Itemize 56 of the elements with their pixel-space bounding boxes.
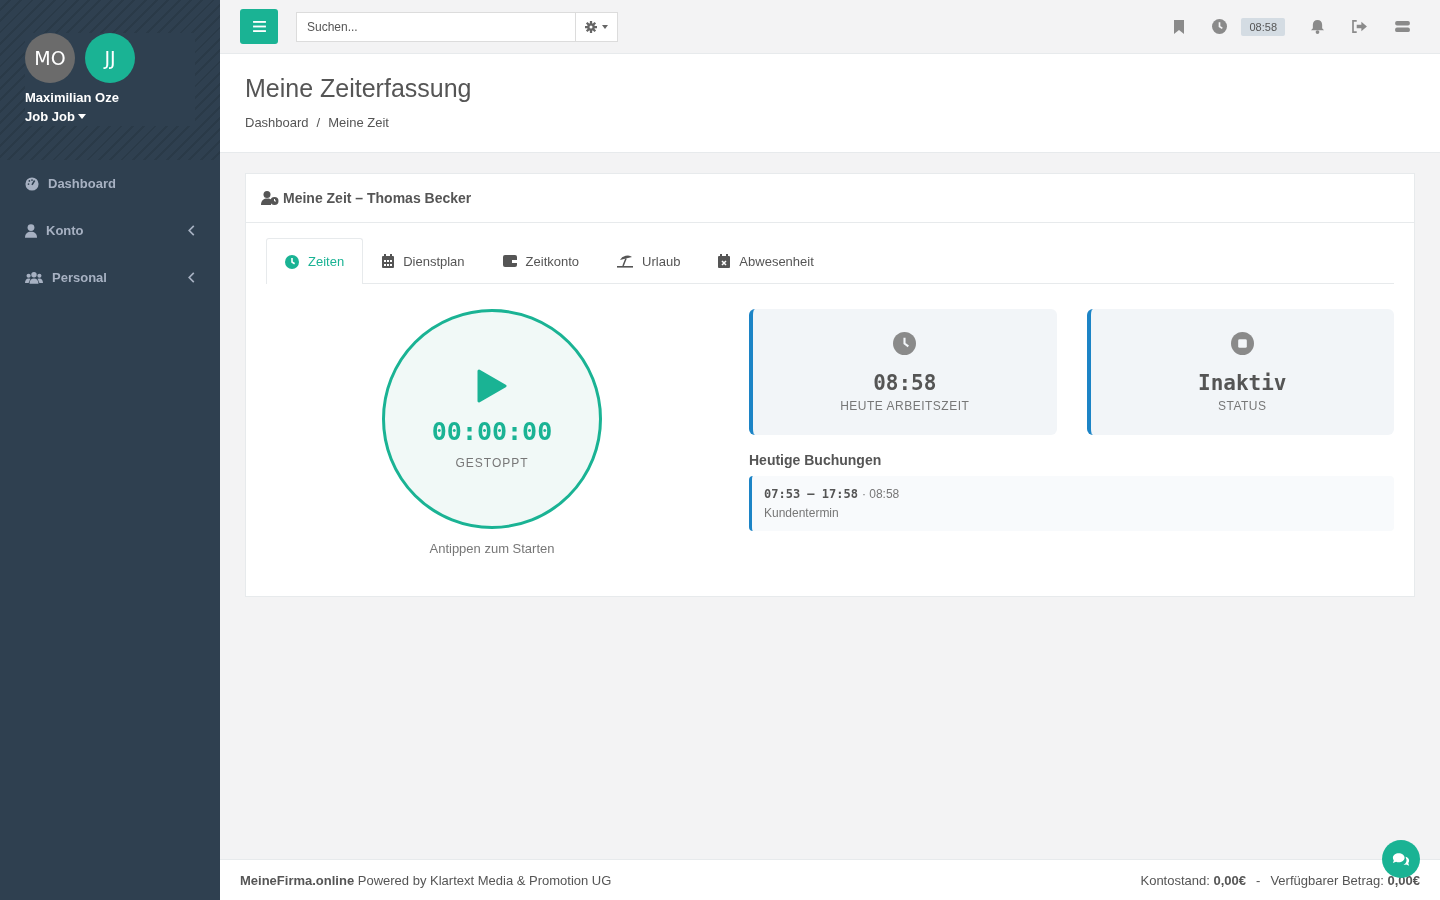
start-timer-button[interactable]: 00:00:00 GESTOPPT (382, 309, 602, 529)
user-icon (25, 223, 37, 238)
stat-label: HEUTE ARBEITSZEIT (840, 398, 970, 413)
stat-label: STATUS (1217, 398, 1267, 413)
booking-time-range: 07:53 – 17:58 (764, 487, 858, 501)
breadcrumb-link[interactable]: Meine Zeit (328, 115, 389, 130)
timer-hint: Antippen zum Starten (429, 541, 555, 556)
logout-icon[interactable] (1352, 20, 1367, 33)
booking-note: Kundentermin (764, 506, 840, 520)
chat-button[interactable] (1382, 840, 1420, 878)
clock-icon (893, 331, 917, 355)
menu-button[interactable] (240, 9, 278, 44)
stat-value: Inaktiv (1198, 370, 1287, 395)
calendar-x-icon (718, 254, 731, 268)
page-title: Meine Zeiterfassung (245, 73, 473, 103)
time-badge: 08:58 (1241, 17, 1285, 36)
available-amount: Verfügbarer Betrag: 0,00€ (1270, 872, 1420, 888)
footer-credit: MeineFirma.online Powered by Klartext Media & Promotion UG (240, 872, 612, 888)
card-title: Meine Zeit – Thomas Becker (283, 190, 472, 206)
footer-separator: - (1256, 872, 1261, 888)
user-clock-icon (261, 191, 279, 205)
tab[interactable]: Dienstplan (363, 238, 484, 283)
wallet-icon (502, 255, 517, 267)
play-icon (477, 368, 507, 403)
users-icon (25, 271, 43, 284)
breadcrumb-link[interactable]: Dashboard (245, 115, 309, 130)
menu-icon (252, 21, 266, 32)
account-balance: Kontostand: 0,00€ (1140, 872, 1247, 888)
bell-icon[interactable] (1311, 19, 1324, 34)
chat-icon (1392, 851, 1410, 867)
tab[interactable]: Abwesenheit (699, 238, 833, 283)
settings-button[interactable] (576, 11, 618, 42)
tab[interactable]: Urlaub (598, 238, 700, 283)
calendar-icon (382, 254, 395, 268)
clock-icon (285, 254, 299, 269)
gauge-icon (25, 176, 39, 191)
settings-icon (585, 20, 597, 33)
caret-icon (602, 24, 608, 29)
sidebar-item[interactable]: Dashboard (0, 160, 220, 207)
sidebar-item[interactable]: Personal (0, 254, 220, 301)
bookings-heading: Heutige Buchungen (749, 452, 883, 468)
tab[interactable]: Zeitkonto (483, 238, 599, 283)
search-field[interactable]: Suchen... (296, 11, 576, 42)
booking-duration: · 08:58 (861, 487, 900, 501)
stop-icon (1230, 331, 1254, 355)
user-name: Maximilian Oze (25, 90, 119, 105)
clock-icon[interactable] (1212, 19, 1228, 34)
stat-value: 08:58 (873, 370, 937, 395)
server-icon[interactable] (1395, 21, 1410, 32)
breadcrumb-separator: / (316, 115, 321, 130)
bookmark-icon[interactable] (1174, 19, 1185, 34)
sidebar-item[interactable]: Konto (0, 207, 220, 254)
beach-umbrella-icon (617, 254, 634, 268)
caret-icon (77, 114, 86, 119)
avatar[interactable]: MO (25, 33, 75, 83)
role-dropdown[interactable]: Job Job (25, 109, 86, 124)
